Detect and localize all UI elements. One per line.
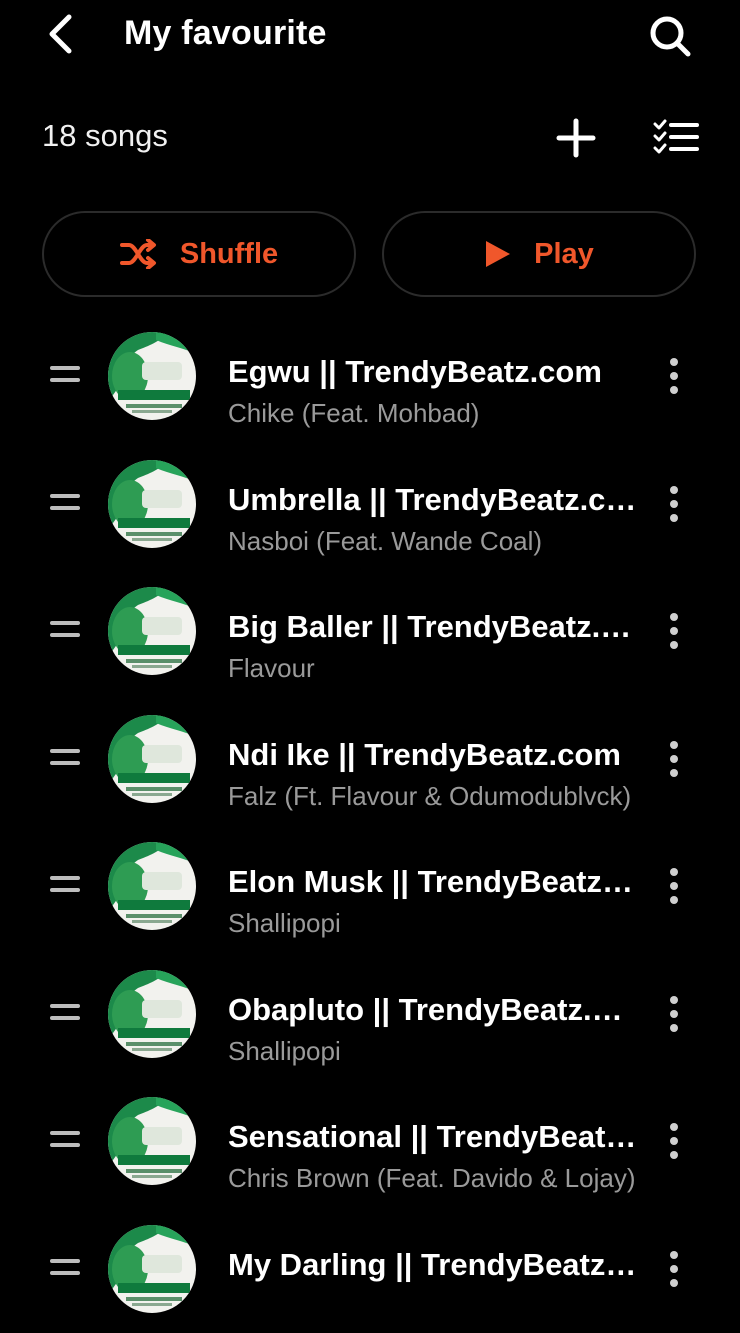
more-vertical-icon: [670, 613, 678, 621]
play-icon: [486, 241, 511, 267]
more-vertical-icon: [670, 740, 678, 749]
shuffle-icon: [119, 239, 156, 269]
shuffle-button[interactable]: Shuffle: [42, 211, 356, 297]
song-artist: Chris Brown (Feat. Davido & Lojay): [228, 1163, 636, 1193]
song-artist: Nasboi (Feat. Wande Coal): [228, 525, 543, 556]
song-title: Sensational || TrendyBeatz.com: [228, 1119, 638, 1154]
more-options-button[interactable]: [660, 737, 688, 781]
song-row[interactable]: Big Baller || TrendyBeatz.com Flavour: [0, 567, 740, 695]
album-art: [108, 969, 196, 1058]
drag-handle-icon[interactable]: [50, 493, 82, 514]
song-title: Ndi Ike || TrendyBeatz.com: [228, 736, 621, 772]
song-row[interactable]: Ndi Ike || TrendyBeatz.com Falz (Ft. Fla…: [0, 695, 740, 823]
drag-handle-icon[interactable]: [50, 1258, 82, 1279]
play-label: Play: [534, 237, 594, 270]
song-artist: Flavour: [228, 653, 315, 683]
back-arrow-icon: [49, 14, 72, 54]
app-header: My favourite: [0, 0, 740, 72]
shuffle-label: Shuffle: [179, 237, 279, 270]
list-toolbar: 18 songs: [0, 104, 740, 170]
play-button[interactable]: Play: [382, 211, 696, 297]
more-options-button[interactable]: [660, 992, 688, 1036]
drag-handle-icon[interactable]: [50, 748, 82, 769]
more-vertical-icon: [670, 1250, 678, 1259]
song-title: Umbrella || TrendyBeatz.com: [228, 481, 638, 517]
more-options-button[interactable]: [660, 1119, 688, 1163]
song-title: Elon Musk || TrendyBeatz.com: [228, 864, 638, 899]
song-row[interactable]: Sensational || TrendyBeatz.com Chris Bro…: [0, 1077, 740, 1205]
drag-handle-icon[interactable]: [50, 366, 82, 386]
more-options-button[interactable]: [660, 354, 688, 398]
drag-handle-icon[interactable]: [50, 876, 82, 896]
song-artist: Falz (Ft. Flavour & Odumodublvck): [228, 780, 632, 811]
more-vertical-icon: [670, 995, 678, 1004]
more-vertical-icon: [670, 868, 678, 876]
more-options-button[interactable]: [660, 1247, 688, 1291]
album-art: [108, 332, 196, 420]
more-vertical-icon: [670, 358, 678, 366]
song-count: 18 songs: [42, 118, 168, 153]
more-vertical-icon: [670, 1123, 678, 1131]
album-art: [108, 1097, 196, 1185]
back-button[interactable]: [40, 12, 80, 56]
song-title: Egwu || TrendyBeatz.com: [228, 354, 602, 389]
multi-select-button[interactable]: [650, 114, 702, 162]
album-art: [108, 459, 196, 548]
more-options-button[interactable]: [660, 864, 688, 908]
song-artist: Shallipopi: [228, 908, 341, 938]
song-artist: Shallipopi: [228, 1035, 341, 1066]
album-art: [108, 587, 196, 675]
more-vertical-icon: [670, 485, 678, 494]
song-row[interactable]: Egwu || TrendyBeatz.com Chike (Feat. Moh…: [0, 312, 740, 440]
song-artist: Chike (Feat. Mohbad): [228, 398, 480, 428]
more-options-button[interactable]: [660, 482, 688, 526]
drag-handle-icon[interactable]: [50, 1131, 82, 1151]
song-row[interactable]: My Darling || TrendyBeatz.com: [0, 1205, 740, 1333]
song-row[interactable]: Elon Musk || TrendyBeatz.com Shallipopi: [0, 822, 740, 950]
album-art: [108, 842, 196, 930]
song-row[interactable]: Obapluto || TrendyBeatz.com Shallipopi: [0, 950, 740, 1078]
song-row[interactable]: Umbrella || TrendyBeatz.com Nasboi (Feat…: [0, 440, 740, 568]
add-icon: [556, 118, 596, 158]
search-icon: [650, 16, 691, 57]
album-art: [108, 1224, 196, 1313]
album-art: [108, 714, 196, 803]
add-song-button[interactable]: [552, 114, 600, 162]
search-button[interactable]: [646, 12, 694, 60]
more-options-button[interactable]: [660, 609, 688, 653]
song-title: Big Baller || TrendyBeatz.com: [228, 609, 638, 644]
multi-select-icon: [653, 119, 699, 154]
drag-handle-icon[interactable]: [50, 1003, 82, 1024]
page-title: My favourite: [124, 14, 327, 52]
song-title: My Darling || TrendyBeatz.com: [228, 1246, 638, 1282]
song-title: Obapluto || TrendyBeatz.com: [228, 991, 638, 1027]
drag-handle-icon[interactable]: [50, 621, 82, 641]
